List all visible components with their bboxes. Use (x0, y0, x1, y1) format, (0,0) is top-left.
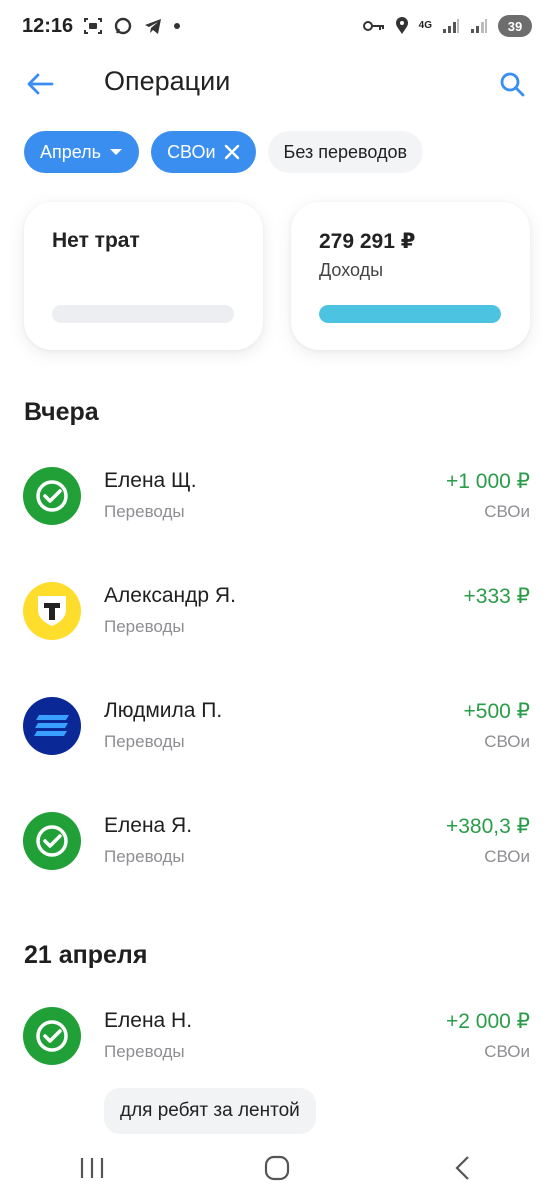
no-transfers-filter-label: Без переводов (283, 141, 408, 162)
operation-amount: +380,3 ₽ (445, 815, 530, 838)
operation-name: Елена Я. (104, 814, 193, 837)
signal-2-icon (470, 18, 488, 34)
sber-icon (23, 812, 81, 870)
system-back-button[interactable] (422, 1143, 502, 1193)
vtb-icon (23, 697, 81, 755)
operation-row[interactable]: Людмила П. Переводы +500 ₽ СВОи (0, 685, 554, 765)
operation-category: Переводы (104, 847, 185, 866)
operation-category: Переводы (104, 732, 185, 751)
income-progress-bar (319, 305, 501, 323)
operation-comment: для ребят за лентой (104, 1088, 316, 1134)
caret-down-icon (110, 149, 123, 155)
recent-apps-button[interactable] (52, 1143, 132, 1193)
operation-category: Переводы (104, 617, 185, 636)
search-icon (500, 72, 525, 97)
operation-amount: +500 ₽ (463, 700, 531, 723)
network-type: 4G (418, 20, 432, 31)
income-card[interactable]: 279 291 ₽ Доходы (291, 202, 530, 350)
back-button[interactable] (20, 66, 60, 102)
notification-dot-icon (173, 22, 181, 30)
operation-row[interactable]: Александр Я. Переводы +333 ₽ (0, 570, 554, 650)
account-filter-label: СВОи (167, 141, 216, 162)
network-4g-icon: 4G (419, 21, 432, 31)
summary-cards: Нет трат 279 291 ₽ Доходы (24, 202, 530, 350)
battery-indicator: 39 (498, 15, 532, 37)
month-filter-label: Апрель (40, 141, 102, 162)
sber-icon (23, 1007, 81, 1065)
home-icon (264, 1155, 290, 1181)
operation-name: Елена Н. (104, 1009, 193, 1032)
chat-icon (113, 16, 133, 36)
income-amount: 279 291 ₽ (319, 230, 416, 253)
close-icon[interactable] (224, 144, 240, 160)
location-icon (395, 17, 409, 35)
operation-amount: +2 000 ₽ (445, 1010, 530, 1033)
operation-name: Елена Щ. (104, 469, 197, 492)
top-app-bar: Операции (0, 52, 554, 116)
expenses-progress-bar (52, 305, 234, 323)
income-progress-fill (319, 305, 501, 323)
page-title: Операции (104, 66, 231, 96)
tbank-icon (23, 582, 81, 640)
filter-chips: Апрель СВОи Без переводов (24, 131, 424, 173)
operation-category: Переводы (104, 1042, 185, 1061)
section-title-april-21: 21 апреля (24, 941, 148, 969)
operation-amount: +1 000 ₽ (445, 470, 530, 493)
expenses-title: Нет трат (52, 229, 140, 252)
month-filter-chip[interactable]: Апрель (24, 131, 140, 173)
sber-icon (23, 467, 81, 525)
operation-account: СВОи (484, 847, 530, 866)
status-bar: 12:16 4G 39 (0, 0, 554, 52)
operations-screen: 12:16 4G 39 Операции Апрель СВОи Без пер… (0, 0, 554, 1200)
system-navigation-bar (0, 1136, 554, 1200)
income-label: Доходы (319, 260, 384, 280)
operation-category: Переводы (104, 502, 185, 521)
recent-apps-icon (81, 1158, 104, 1178)
status-time: 12:16 (22, 14, 74, 37)
operation-row[interactable]: Елена Я. Переводы +380,3 ₽ СВОи (0, 800, 554, 880)
operation-account: СВОи (484, 1042, 530, 1061)
expenses-card[interactable]: Нет трат (24, 202, 263, 350)
arrow-left-icon (27, 73, 54, 95)
operation-account: СВОи (484, 502, 530, 521)
operation-account: СВОи (484, 732, 530, 751)
vpn-key-icon (362, 19, 385, 33)
operation-name: Людмила П. (104, 699, 223, 722)
operation-row[interactable]: Елена Н. Переводы +2 000 ₽ СВОи (0, 995, 554, 1075)
section-title-yesterday: Вчера (24, 398, 99, 426)
operation-name: Александр Я. (104, 584, 236, 607)
search-button[interactable] (492, 66, 532, 102)
screenshot-icon (83, 16, 103, 36)
no-transfers-filter-chip[interactable]: Без переводов (267, 131, 424, 173)
signal-icon (442, 18, 460, 34)
operation-amount: +333 ₽ (463, 585, 531, 608)
home-button[interactable] (237, 1143, 317, 1193)
telegram-icon (143, 16, 163, 36)
operation-row[interactable]: Елена Щ. Переводы +1 000 ₽ СВОи (0, 455, 554, 535)
account-filter-chip[interactable]: СВОи (151, 131, 256, 173)
chevron-left-icon (455, 1156, 469, 1180)
